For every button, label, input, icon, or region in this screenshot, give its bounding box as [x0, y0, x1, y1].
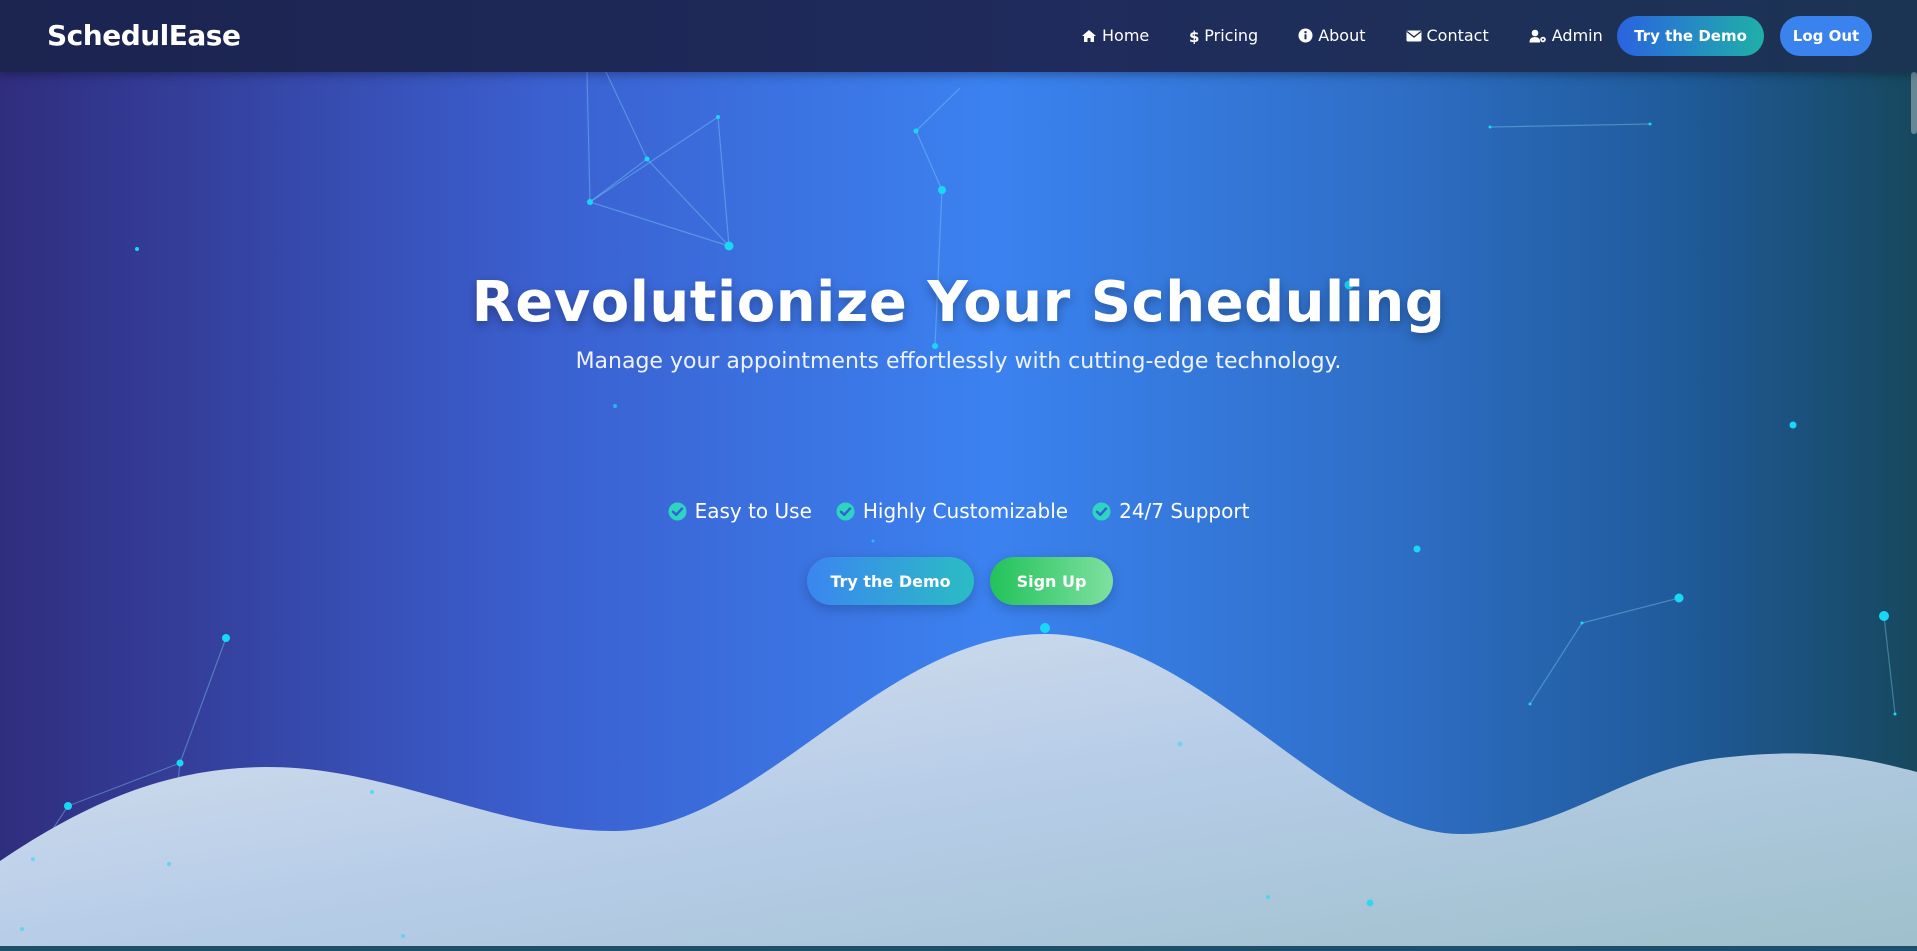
feature-label: Highly Customizable	[862, 499, 1069, 523]
hero-title: Revolutionize Your Scheduling	[471, 270, 1446, 335]
user-gear-icon	[1529, 29, 1546, 42]
nav-link-contact[interactable]: Contact	[1406, 26, 1489, 45]
feature-label: Easy to Use	[694, 499, 812, 523]
nav-link-home[interactable]: Home	[1081, 26, 1149, 45]
brand-logo[interactable]: SchedulEase	[47, 19, 241, 52]
nav-link-contact-label: Contact	[1426, 26, 1489, 45]
envelope-icon	[1406, 30, 1421, 41]
check-circle-icon	[1092, 502, 1111, 520]
hero-section: Revolutionize Your Scheduling Manage you…	[0, 72, 1917, 946]
log-out-button[interactable]: Log Out	[1780, 16, 1872, 56]
hero-wave	[0, 634, 1917, 946]
nav-link-about[interactable]: About	[1298, 26, 1366, 45]
nav-try-demo-button[interactable]: Try the Demo	[1617, 16, 1764, 56]
nav-link-pricing[interactable]: $ Pricing	[1189, 26, 1258, 45]
feature-item: 24/7 Support	[1092, 499, 1249, 523]
nav-link-home-label: Home	[1102, 26, 1150, 45]
feature-item: Highly Customizable	[836, 499, 1068, 523]
feature-list: Easy to Use Highly Customizable 24/7 Sup…	[0, 499, 1917, 523]
check-circle-icon	[836, 502, 855, 520]
info-icon	[1298, 28, 1313, 43]
nav-link-pricing-label: Pricing	[1204, 26, 1259, 45]
hero-try-demo-button[interactable]: Try the Demo	[807, 557, 974, 605]
nav-link-admin[interactable]: Admin	[1529, 26, 1603, 45]
home-icon	[1082, 29, 1096, 42]
nav-link-about-label: About	[1318, 26, 1366, 45]
navbar: SchedulEase Home $ Pricing About Contact…	[0, 0, 1917, 72]
nav-link-admin-label: Admin	[1551, 26, 1603, 45]
dollar-icon: $	[1189, 28, 1199, 44]
hero-subtitle: Manage your appointments effortlessly wi…	[575, 349, 1342, 374]
feature-label: 24/7 Support	[1119, 499, 1250, 523]
check-circle-icon	[668, 502, 687, 520]
svg-text:$: $	[1189, 28, 1199, 44]
scrollbar-thumb[interactable]	[1911, 72, 1917, 134]
feature-item: Easy to Use	[668, 499, 812, 523]
nav-links: Home $ Pricing About Contact Admin	[1081, 26, 1643, 45]
sign-up-button[interactable]: Sign Up	[990, 557, 1113, 605]
page-bottom-strip	[0, 946, 1917, 951]
